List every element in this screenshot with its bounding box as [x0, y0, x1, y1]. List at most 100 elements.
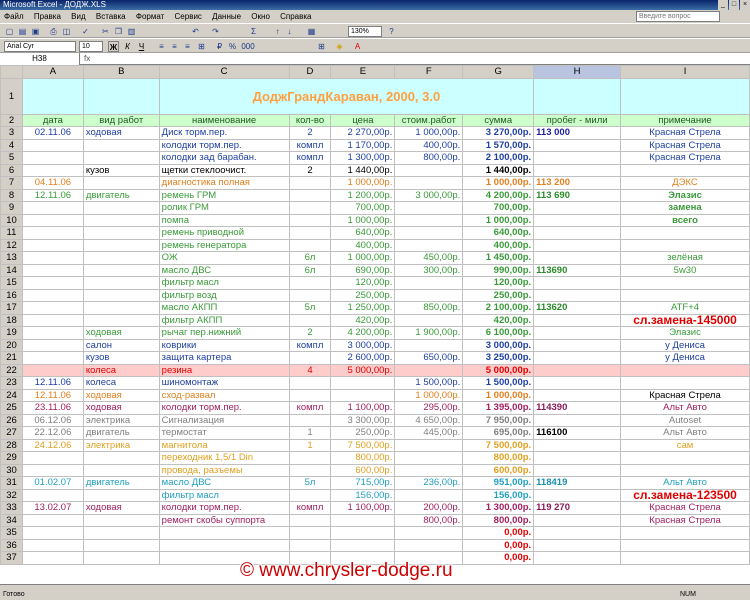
thousands-button[interactable]: 000	[240, 41, 256, 52]
cell-d[interactable]	[288, 276, 332, 290]
cell-c[interactable]: ролик ГРМ	[158, 201, 290, 215]
cell-i[interactable]	[620, 238, 750, 252]
cell-e[interactable]: 2 600,00р.	[330, 351, 396, 365]
row-header[interactable]: 10	[0, 213, 23, 227]
cell-g[interactable]: 4 200,00р.	[462, 188, 535, 202]
cell-h[interactable]	[533, 288, 622, 302]
row-header[interactable]: 31	[0, 476, 23, 490]
cell-h[interactable]	[533, 413, 622, 427]
column-header-b[interactable]: B	[82, 65, 160, 79]
cell-h[interactable]	[533, 313, 622, 327]
cell-i[interactable]	[620, 163, 750, 177]
cell-f[interactable]	[394, 313, 464, 327]
cell-d[interactable]	[288, 488, 332, 502]
cell-h[interactable]	[533, 388, 622, 402]
cell-h[interactable]	[533, 526, 622, 540]
cell-f[interactable]: 1 000,00р.	[394, 388, 464, 402]
cell-f[interactable]	[394, 338, 464, 352]
cut-icon[interactable]: ✂	[100, 26, 111, 37]
cell-a[interactable]	[21, 288, 84, 302]
row-header[interactable]: 2	[0, 113, 23, 127]
zoom-select[interactable]: 130%	[348, 26, 382, 37]
cell-c[interactable]: масло АКПП	[158, 301, 290, 315]
merge-center-icon[interactable]: ⊞	[196, 41, 207, 52]
cell-c[interactable]: рычаг пер.нижний	[158, 326, 290, 340]
cell-i[interactable]	[620, 538, 750, 552]
row-header[interactable]: 25	[0, 401, 23, 415]
row-header[interactable]: 1	[0, 77, 23, 115]
cell-b[interactable]: ходовая	[82, 388, 160, 402]
cell-f[interactable]: 4 650,00р.	[394, 413, 464, 427]
row-header[interactable]: 5	[0, 151, 23, 165]
row-header[interactable]: 34	[0, 513, 23, 527]
cell-e[interactable]: 5 000,00р.	[330, 363, 396, 377]
cell-g[interactable]: 156,00р.	[462, 488, 535, 502]
cell-f[interactable]	[394, 363, 464, 377]
cell-b[interactable]: ходовая	[82, 501, 160, 515]
cell-f[interactable]	[394, 526, 464, 540]
cell-b[interactable]	[82, 238, 160, 252]
cell-h[interactable]	[533, 151, 622, 165]
cell-d[interactable]	[288, 388, 332, 402]
cell-e[interactable]: 250,00р.	[330, 288, 396, 302]
column-header-e[interactable]: E	[330, 65, 396, 79]
cell-g[interactable]: 2 100,00р.	[462, 151, 535, 165]
cell-h[interactable]	[533, 438, 622, 452]
cell-d[interactable]	[288, 188, 332, 202]
cell-f[interactable]: 450,00р.	[394, 251, 464, 265]
cell-c[interactable]: помпа	[158, 213, 290, 227]
column-header-a[interactable]: A	[21, 65, 84, 79]
cell-d[interactable]	[288, 176, 332, 190]
cell-d[interactable]	[288, 288, 332, 302]
cell-a[interactable]	[21, 238, 84, 252]
row-header[interactable]: 32	[0, 488, 23, 502]
cell-h[interactable]	[533, 213, 622, 227]
cell-a[interactable]	[21, 151, 84, 165]
cell-g[interactable]: 990,00р.	[462, 263, 535, 277]
cell-d[interactable]	[288, 513, 332, 527]
cell-c[interactable]: защита картера	[158, 351, 290, 365]
cell-d[interactable]	[288, 526, 332, 540]
cell-e[interactable]: 400,00р.	[330, 238, 396, 252]
cell-c[interactable]: коврики	[158, 338, 290, 352]
banner-title[interactable]: ДоджГрандКараван, 2000, 3.0	[158, 77, 535, 115]
cell-a[interactable]	[21, 463, 84, 477]
cell-b[interactable]: двигатель	[82, 426, 160, 440]
cell-g[interactable]: 600,00р.	[462, 463, 535, 477]
cell-f[interactable]	[394, 488, 464, 502]
cell-h[interactable]	[533, 138, 622, 152]
cell-e[interactable]	[330, 513, 396, 527]
open-icon[interactable]: ▤	[17, 26, 28, 37]
cell-b[interactable]	[82, 226, 160, 240]
cell-b[interactable]: электрика	[82, 438, 160, 452]
help-search-input[interactable]: Введите вопрос	[636, 11, 720, 22]
cell-a[interactable]: 22.12.06	[21, 426, 84, 440]
cell-b[interactable]: кузов	[82, 351, 160, 365]
cell-g[interactable]: 3 000,00р.	[462, 338, 535, 352]
cell-c[interactable]: колодки зад барабан.	[158, 151, 290, 165]
cell-f[interactable]: 200,00р.	[394, 501, 464, 515]
cell-b[interactable]	[82, 263, 160, 277]
banner-cell[interactable]	[82, 77, 160, 115]
cell-f[interactable]	[394, 276, 464, 290]
cell-a[interactable]: 24.12.06	[21, 438, 84, 452]
cell-i[interactable]: Красная Стрела	[620, 151, 750, 165]
print-icon[interactable]: ⎙	[48, 26, 59, 37]
row-header[interactable]: 24	[0, 388, 23, 402]
cell-a[interactable]	[21, 226, 84, 240]
cell-g[interactable]: 250,00р.	[462, 288, 535, 302]
cell-f[interactable]	[394, 163, 464, 177]
cell-b[interactable]	[82, 463, 160, 477]
cell-i[interactable]: Альт Авто	[620, 476, 750, 490]
cell-a[interactable]	[21, 163, 84, 177]
close-button[interactable]: ×	[740, 0, 750, 10]
row-header[interactable]: 16	[0, 288, 23, 302]
cell-e[interactable]: 250,00р.	[330, 426, 396, 440]
cell-i[interactable]: Красная Стрела	[620, 501, 750, 515]
cell-d[interactable]: компл	[288, 338, 332, 352]
cell-h[interactable]: 113620	[533, 301, 622, 315]
cell-b[interactable]: ходовая	[82, 126, 160, 140]
column-title-cell[interactable]: дата	[21, 113, 84, 127]
cell-g[interactable]: 1 500,00р.	[462, 376, 535, 390]
cell-h[interactable]: 113 000	[533, 126, 622, 140]
